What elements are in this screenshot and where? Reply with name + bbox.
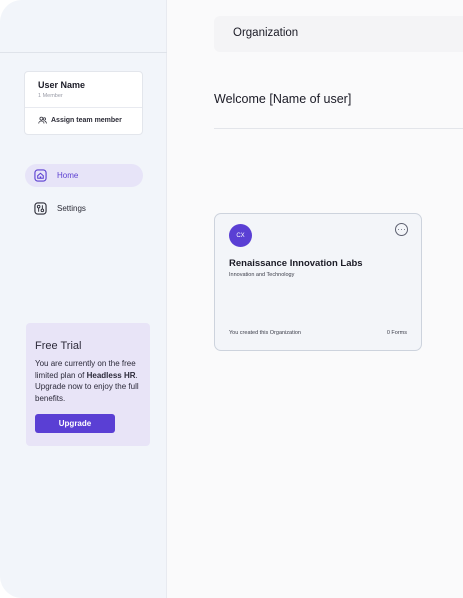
settings-icon bbox=[34, 202, 47, 215]
sidebar-item-home[interactable]: Home bbox=[25, 164, 143, 187]
sidebar-item-label: Home bbox=[57, 171, 79, 180]
assign-team-member-label: Assign team member bbox=[51, 117, 122, 124]
sidebar-item-settings[interactable]: Settings bbox=[25, 197, 143, 220]
organization-card[interactable]: CX Renaissance Innovation Labs Innovatio… bbox=[214, 213, 422, 351]
organization-created-by: You created this Organization bbox=[229, 330, 301, 336]
sidebar: User Name 1 Member Assign team member Ho… bbox=[0, 0, 167, 598]
plan-name: Headless HR bbox=[86, 370, 136, 380]
free-trial-title: Free Trial bbox=[35, 340, 82, 352]
more-options-icon[interactable] bbox=[395, 223, 408, 236]
user-card: User Name 1 Member Assign team member bbox=[24, 71, 143, 135]
users-icon bbox=[38, 116, 47, 124]
welcome-heading: Welcome [Name of user] bbox=[214, 92, 352, 106]
organization-avatar: CX bbox=[229, 224, 252, 247]
assign-team-member-button[interactable]: Assign team member bbox=[38, 116, 122, 125]
organization-industry: Innovation and Technology bbox=[229, 272, 295, 278]
home-icon bbox=[34, 169, 47, 182]
upgrade-button[interactable]: Upgrade bbox=[35, 414, 115, 433]
header-bar: Organization bbox=[214, 16, 463, 52]
organization-forms-count: 0 Forms bbox=[386, 330, 407, 336]
main-divider bbox=[214, 128, 463, 129]
sidebar-divider bbox=[0, 52, 167, 53]
free-trial-description: You are currently on the free limited pl… bbox=[35, 358, 149, 404]
page-title: Organization bbox=[233, 27, 299, 39]
user-name: User Name bbox=[38, 80, 86, 90]
user-card-divider bbox=[25, 107, 142, 108]
organization-name: Renaissance Innovation Labs bbox=[229, 258, 363, 269]
member-count: 1 Member bbox=[38, 93, 63, 99]
free-trial-panel: Free Trial You are currently on the free… bbox=[26, 323, 150, 446]
sidebar-item-label: Settings bbox=[57, 204, 86, 213]
app-window: User Name 1 Member Assign team member Ho… bbox=[0, 0, 463, 598]
